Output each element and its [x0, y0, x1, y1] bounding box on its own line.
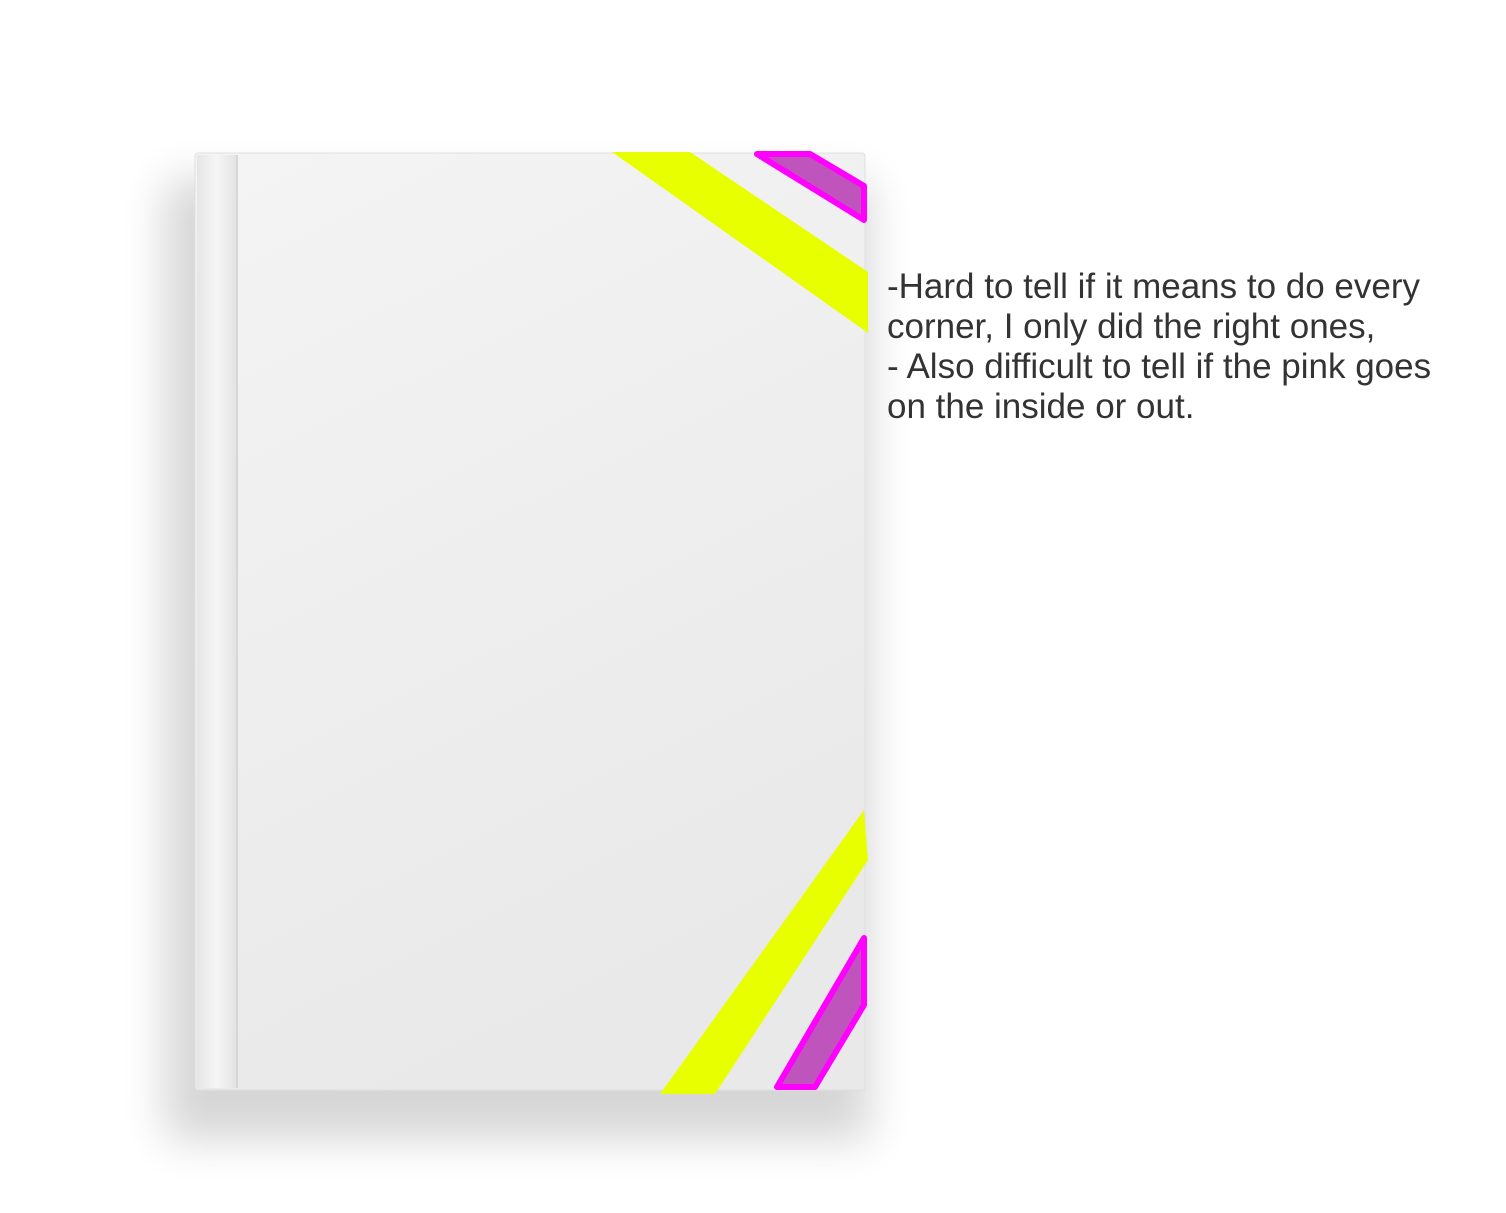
note-line: - Also difficult to tell if the pink goe… [887, 347, 1432, 386]
book-illustration [165, 151, 870, 1140]
note-line: on the inside or out. [887, 387, 1195, 426]
canvas: -Hard to tell if it means to do every co… [0, 0, 1506, 1213]
book-spine [197, 155, 237, 1088]
annotation-note: -Hard to tell if it means to do every co… [887, 267, 1506, 427]
note-line: -Hard to tell if it means to do every [887, 267, 1420, 306]
note-line: corner, I only did the right ones, [887, 307, 1376, 346]
